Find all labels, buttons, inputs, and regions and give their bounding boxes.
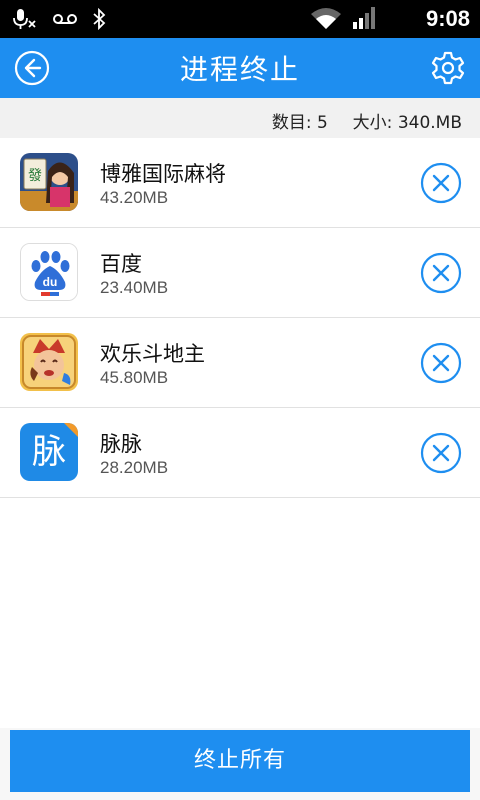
app-name: 欢乐斗地主: [100, 342, 205, 366]
page-title: 进程终止: [179, 53, 300, 86]
clock: 9:08: [425, 6, 470, 31]
mic-muted-icon: [13, 9, 36, 29]
app-name: 百度: [100, 252, 142, 276]
close-icon[interactable]: [420, 162, 462, 204]
list-item: du 百度 23.40MB: [0, 228, 480, 318]
mahjong-app-icon: 發: [20, 153, 78, 211]
process-list: 發 博雅国际麻将 43.20MB du 百度 23.40MB 欢乐斗地主 45.…: [0, 138, 480, 728]
count-value: 5: [317, 113, 328, 133]
maimai-icon-glyph: 脉: [32, 432, 66, 472]
size-value: 340.MB: [397, 113, 462, 133]
svg-text:du: du: [43, 275, 58, 289]
title-bar: 进程终止: [0, 38, 480, 98]
close-icon[interactable]: [420, 432, 462, 474]
app-name: 博雅国际麻将: [100, 162, 226, 186]
voicemail-icon: [53, 14, 77, 24]
list-item: 脉 脉脉 28.20MB: [0, 408, 480, 498]
gear-icon[interactable]: [430, 50, 466, 86]
app-size: 28.20MB: [100, 458, 169, 477]
maimai-app-icon: 脉: [20, 423, 78, 481]
list-item: 欢乐斗地主 45.80MB: [0, 318, 480, 408]
doudizhu-app-icon: [20, 333, 78, 391]
status-bar: 9:08: [0, 0, 480, 38]
signal-icon: [353, 7, 375, 29]
app-name: 脉脉: [100, 432, 142, 456]
size-label: 大小:: [352, 113, 393, 133]
count-label: 数目:: [271, 113, 312, 133]
close-icon[interactable]: [420, 342, 462, 384]
list-item: 發 博雅国际麻将 43.20MB: [0, 138, 480, 228]
end-all-button[interactable]: 终止所有: [10, 730, 470, 792]
bluetooth-icon: [93, 8, 106, 30]
process-summary: 数目: 5 大小: 340.MB: [0, 98, 480, 138]
wifi-icon: [311, 8, 341, 29]
svg-text:發: 發: [28, 168, 42, 184]
app-size: 45.80MB: [100, 368, 169, 387]
app-size: 23.40MB: [100, 278, 169, 297]
baidu-app-icon: du: [20, 243, 78, 301]
close-icon[interactable]: [420, 252, 462, 294]
app-size: 43.20MB: [100, 188, 169, 207]
